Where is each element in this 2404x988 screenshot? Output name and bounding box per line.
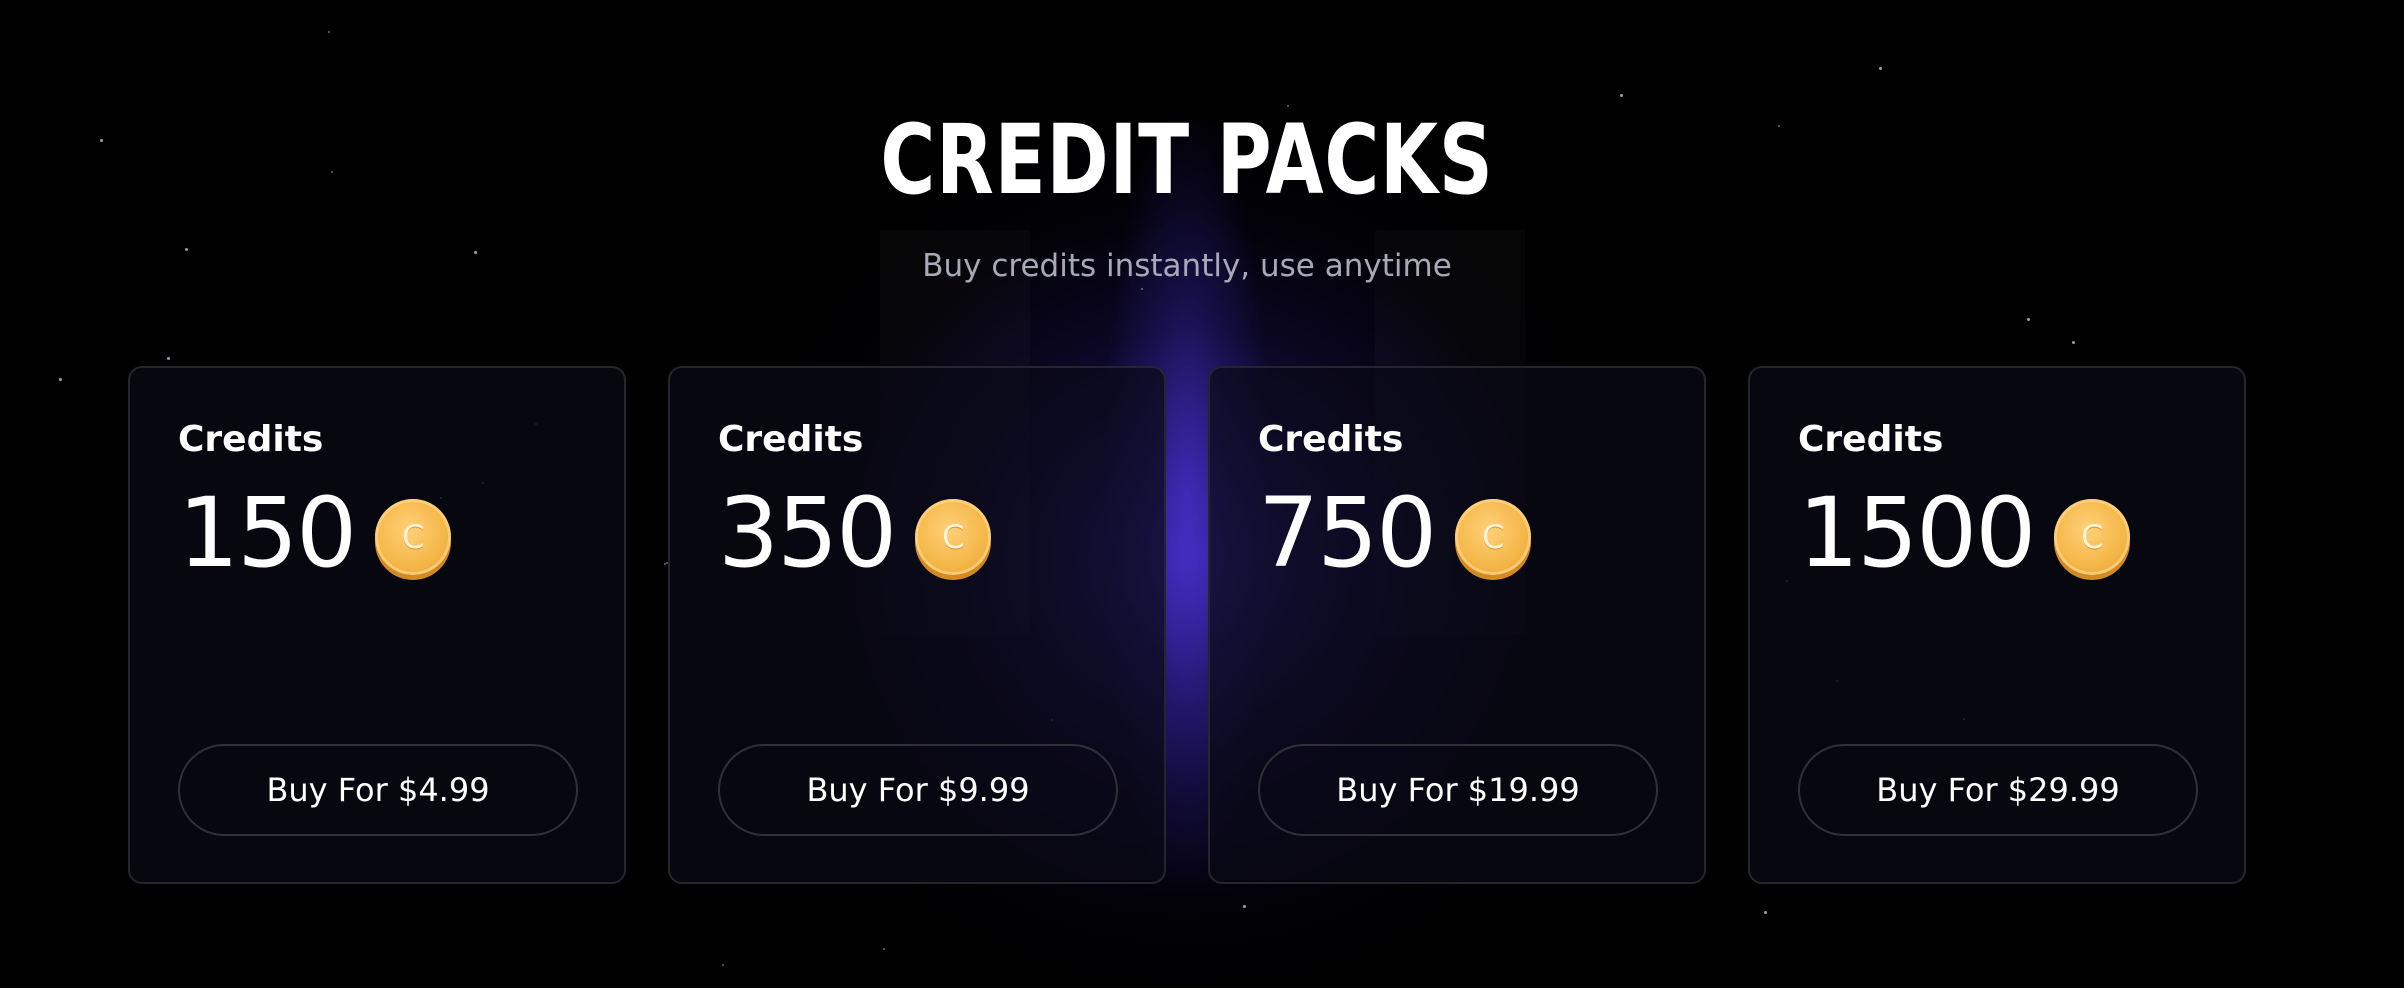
coin-icon: C — [375, 499, 452, 575]
buy-button[interactable]: Buy For $9.99 — [718, 744, 1118, 836]
coin-icon-letter: C — [402, 518, 425, 556]
coin-icon: C — [2054, 499, 2131, 575]
star — [1243, 905, 1246, 908]
buy-button[interactable]: Buy For $29.99 — [1798, 744, 2198, 836]
star — [328, 31, 330, 33]
credit-pack-label: Credits — [718, 419, 864, 460]
star — [1141, 288, 1143, 290]
credit-pack-label: Credits — [1798, 419, 1944, 460]
page-subtitle: Buy credits instantly, use anytime — [922, 248, 1452, 284]
credit-pack-amount-row: 350 C — [718, 477, 992, 589]
credit-pack-amount: 350 — [718, 477, 897, 589]
star — [722, 964, 724, 966]
credit-pack-amount-row: 150 C — [178, 477, 452, 589]
pricing-page: CREDIT PACKS Buy credits instantly, use … — [0, 0, 2404, 988]
credit-pack-amount-row: 750 C — [1258, 477, 1532, 589]
credit-pack-card: Credits 750 C Buy For $19.99 — [1208, 366, 1706, 884]
star — [1620, 94, 1623, 97]
coin-icon: C — [915, 499, 992, 575]
credit-pack-card: Credits 1500 C Buy For $29.99 — [1748, 366, 2246, 884]
coin-icon-letter: C — [2081, 518, 2104, 556]
star — [100, 139, 103, 142]
coin-icon-letter: C — [942, 518, 965, 556]
credit-pack-amount: 150 — [178, 477, 357, 589]
buy-button[interactable]: Buy For $19.99 — [1258, 744, 1658, 836]
star — [2072, 341, 2075, 344]
credit-pack-label: Credits — [178, 419, 324, 460]
credit-pack-card: Credits 350 C Buy For $9.99 — [668, 366, 1166, 884]
star — [167, 357, 170, 360]
star — [1879, 67, 1882, 70]
star — [2027, 318, 2030, 321]
coin-icon: C — [1455, 499, 1532, 575]
page-title: CREDIT PACKS — [880, 104, 1494, 216]
star — [59, 378, 62, 381]
credit-pack-amount-row: 1500 C — [1798, 477, 2131, 589]
credit-pack-list: Credits 150 C Buy For $4.99 Credits 350 … — [128, 366, 2248, 886]
buy-button[interactable]: Buy For $4.99 — [178, 744, 578, 836]
star — [883, 948, 885, 950]
coin-icon-letter: C — [1482, 518, 1505, 556]
credit-pack-card: Credits 150 C Buy For $4.99 — [128, 366, 626, 884]
credit-pack-label: Credits — [1258, 419, 1404, 460]
star — [1764, 911, 1767, 914]
credit-pack-amount: 1500 — [1798, 477, 2036, 589]
credit-pack-amount: 750 — [1258, 477, 1437, 589]
